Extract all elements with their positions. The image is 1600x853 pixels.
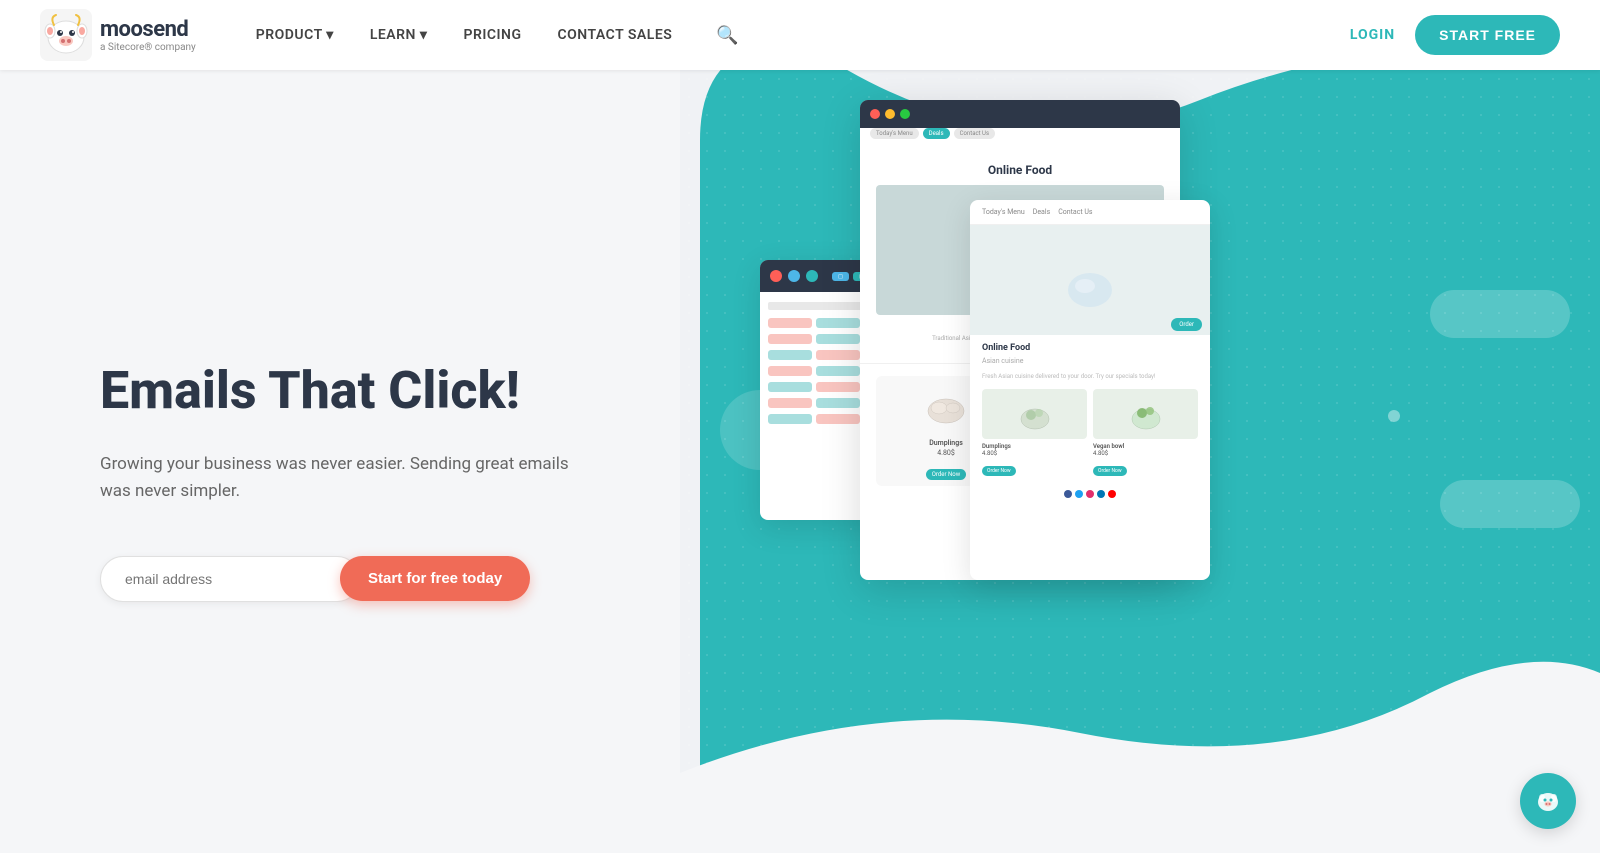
logo-text: moosend a Sitecore® company <box>100 17 196 53</box>
hero-section: Emails That Click! Growing your business… <box>0 70 1600 853</box>
cta-button[interactable]: Start for free today <box>340 556 530 601</box>
fc-header-img: Order <box>970 225 1210 335</box>
nav-links: PRODUCT ▾ LEARN ▾ PRICING CONTACT SALES … <box>256 25 1350 46</box>
logo-icon <box>40 9 92 61</box>
ss-close-btn <box>770 270 782 282</box>
fc-item-1-img <box>982 389 1087 439</box>
start-free-button[interactable]: START FREE <box>1415 15 1560 55</box>
email-close-btn <box>870 109 880 119</box>
email-input[interactable] <box>100 556 360 602</box>
logo[interactable]: moosend a Sitecore® company <box>40 9 196 61</box>
decorative-pill-1 <box>1430 290 1570 338</box>
fc-order-btn: Order <box>1171 318 1202 331</box>
hero-form: Start for free today <box>100 556 600 602</box>
floating-card: Today's Menu Deals Contact Us Order Onli… <box>970 200 1210 580</box>
nav-pricing[interactable]: PRICING <box>463 27 521 43</box>
hero-subtitle: Growing your business was never easier. … <box>100 451 580 505</box>
fc-items: Dumplings 4.80$ Order Now <box>982 389 1198 476</box>
email-food-title: Online Food <box>876 163 1164 177</box>
hero-right: ◻ ◻ ◻ <box>680 70 1600 853</box>
fc-social-yt <box>1108 490 1116 498</box>
email-nav-tabs: Today's Menu Deals Contact Us <box>860 128 1180 147</box>
fc-desc: Fresh Asian cuisine delivered to your do… <box>982 373 1198 381</box>
fc-item-1-btn: Order Now <box>982 466 1016 476</box>
decorative-dot-1 <box>1388 410 1400 422</box>
mockup-container: ◻ ◻ ◻ <box>780 100 1200 780</box>
fc-item-2-name: Vegan bowl <box>1093 443 1198 450</box>
brand-tagline: a Sitecore® company <box>100 42 196 53</box>
chat-button[interactable] <box>1520 773 1576 829</box>
navbar: moosend a Sitecore® company PRODUCT ▾ LE… <box>0 0 1600 70</box>
fc-social <box>970 484 1210 504</box>
email-tab-deals: Deals <box>923 128 950 139</box>
email-tab-contact: Contact Us <box>954 128 995 139</box>
fc-title: Online Food <box>982 343 1198 353</box>
dumpling-order-btn: Order Now <box>926 469 966 480</box>
email-top-bar <box>860 100 1180 128</box>
fc-social-li <box>1097 490 1105 498</box>
ss-min-btn <box>788 270 800 282</box>
ss-max-btn <box>806 270 818 282</box>
fc-item-2-price: 4.80$ <box>1093 450 1198 457</box>
fc-nav: Today's Menu Deals Contact Us <box>970 200 1210 225</box>
email-max-btn <box>900 109 910 119</box>
email-min-btn <box>885 109 895 119</box>
hero-title: Emails That Click! <box>100 361 600 421</box>
decorative-pill-2 <box>1440 480 1580 528</box>
fc-item-1-price: 4.80$ <box>982 450 1087 457</box>
fc-item-1-name: Dumplings <box>982 443 1087 450</box>
nav-learn[interactable]: LEARN ▾ <box>370 27 428 43</box>
fc-nav-contact: Contact Us <box>1058 208 1092 216</box>
nav-contact-sales[interactable]: CONTACT SALES <box>558 27 673 43</box>
fc-content: Online Food Asian cuisine Fresh Asian cu… <box>970 335 1210 484</box>
fc-nav-menu: Today's Menu <box>982 208 1025 216</box>
fc-item-1: Dumplings 4.80$ Order Now <box>982 389 1087 476</box>
fc-item-2-img <box>1093 389 1198 439</box>
nav-right: LOGIN START FREE <box>1350 15 1560 55</box>
login-button[interactable]: LOGIN <box>1350 27 1395 43</box>
fc-social-fb <box>1064 490 1072 498</box>
fc-nav-deals: Deals <box>1033 208 1050 216</box>
hero-left: Emails That Click! Growing your business… <box>0 70 680 853</box>
fc-social-tw <box>1075 490 1083 498</box>
fc-social-ig <box>1086 490 1094 498</box>
nav-product[interactable]: PRODUCT ▾ <box>256 27 334 43</box>
chat-icon <box>1534 787 1562 815</box>
search-icon[interactable]: 🔍 <box>716 25 738 46</box>
fc-item-2: Vegan bowl 4.80$ Order Now <box>1093 389 1198 476</box>
brand-name: moosend <box>100 17 196 42</box>
email-tab-menu: Today's Menu <box>870 128 919 139</box>
fc-subtitle: Asian cuisine <box>982 357 1198 365</box>
fc-item-2-btn: Order Now <box>1093 466 1127 476</box>
